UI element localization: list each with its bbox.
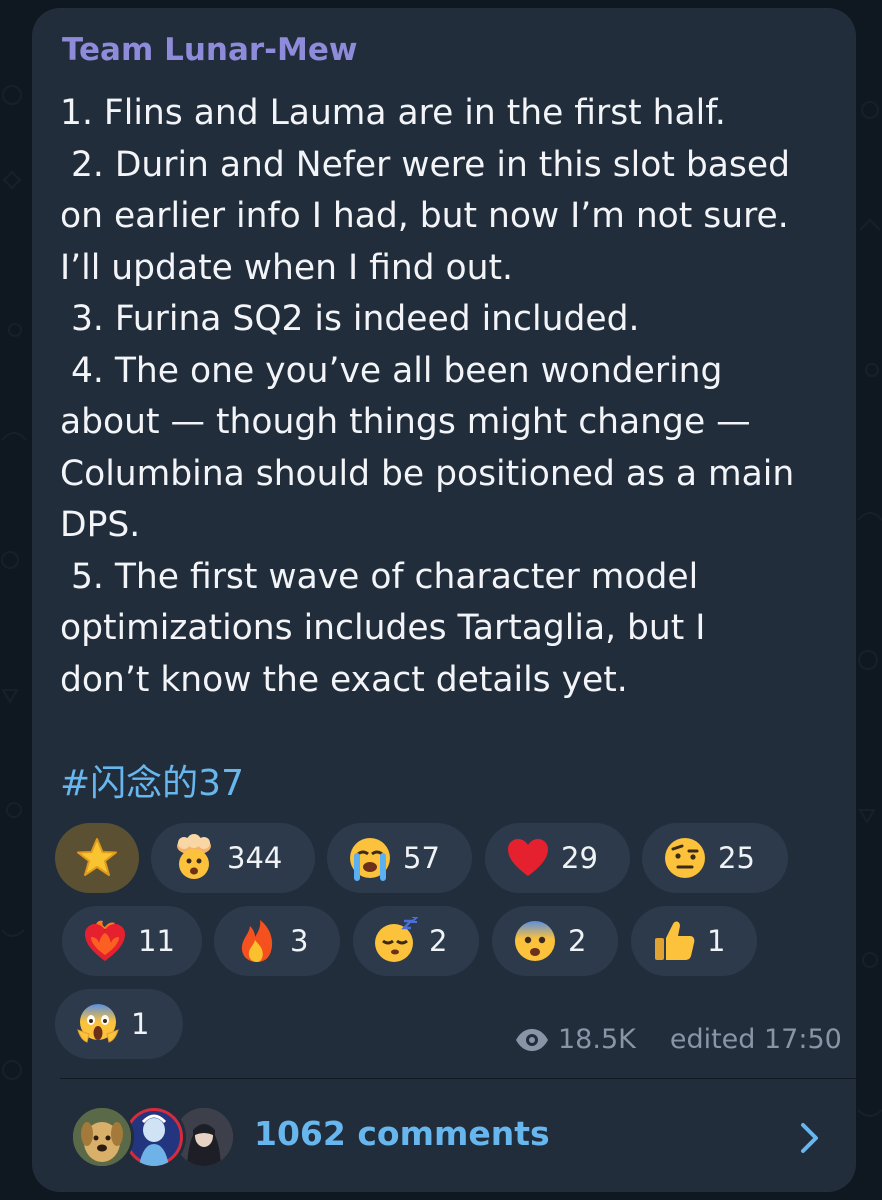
hashtag-link[interactable]: #闪念的37 (60, 754, 244, 806)
reaction-count: 2 (568, 924, 587, 958)
avatar (70, 1105, 134, 1169)
reaction-exploding-head[interactable]: 344 (151, 823, 315, 893)
channel-name[interactable]: Team Lunar-Mew (62, 32, 358, 68)
reaction-sleeping-face[interactable]: 2 (353, 906, 479, 976)
loudly-crying-face-icon (345, 833, 395, 883)
message-line: don’t know the exact details yet. (60, 659, 628, 700)
message-line: 2. Durin and Nefer were in this slot bas… (60, 144, 791, 185)
star-icon (72, 833, 122, 883)
message-line: Columbina should be positioned as a main (60, 453, 795, 494)
message-line: about — though things might change — (60, 402, 751, 442)
reaction-count: 1 (131, 1007, 150, 1041)
reaction-count: 344 (227, 841, 283, 875)
sleeping-face-icon (371, 916, 421, 966)
reaction-raised-eyebrow[interactable]: 25 (642, 823, 788, 893)
message-line: 4. The one you’ve all been wondering (60, 350, 723, 391)
reaction-count: 3 (290, 924, 309, 958)
anxious-face-icon (510, 916, 560, 966)
exploding-head-icon (169, 833, 219, 883)
comments-button[interactable]: 1062 comments (32, 1079, 856, 1192)
message-line: on earlier info I had, but now I’m not s… (60, 196, 789, 236)
heart-on-fire-icon (80, 916, 130, 966)
reaction-fire[interactable]: 3 (214, 906, 340, 976)
reaction-anxious-face[interactable]: 2 (492, 906, 618, 976)
message-line: DPS. (60, 505, 141, 545)
edited-time: edited 17:50 (669, 1024, 842, 1055)
reaction-loudly-crying[interactable]: 57 (327, 823, 472, 893)
reaction-thumbs-up[interactable]: 1 (631, 906, 757, 976)
red-heart-icon (503, 833, 553, 883)
reaction-count: 1 (707, 924, 726, 958)
message-line: optimizations includes Tartaglia, but I (60, 608, 706, 648)
thumbs-up-icon (649, 916, 699, 966)
message-line: 3. Furina SQ2 is indeed included. (60, 299, 640, 339)
reaction-star[interactable] (55, 823, 139, 893)
reaction-red-heart[interactable]: 29 (485, 823, 630, 893)
view-count: 18.5K (558, 1024, 636, 1055)
message-line: 1. Flins and Lauma are in the first half… (60, 93, 726, 133)
eye-icon (514, 1028, 550, 1052)
reaction-count: 11 (138, 924, 175, 958)
reaction-heart-on-fire[interactable]: 11 (62, 906, 202, 976)
message-meta: 18.5K edited 17:50 (514, 1024, 842, 1055)
fire-icon (232, 916, 282, 966)
comments-count: 1062 comments (254, 1114, 550, 1153)
reaction-count: 29 (561, 841, 598, 875)
reaction-count: 2 (429, 924, 448, 958)
message-line: I’ll update when I find out. (60, 247, 514, 288)
chevron-right-icon (801, 1123, 818, 1153)
message-text: 1. Flins and Lauma are in the first half… (60, 88, 850, 706)
message-line: 5. The first wave of character model (60, 556, 699, 597)
screaming-face-icon (73, 999, 123, 1049)
reaction-count: 57 (403, 841, 440, 875)
reaction-screaming-face[interactable]: 1 (55, 989, 183, 1059)
reaction-count: 25 (718, 841, 755, 875)
message-bubble: Team Lunar-Mew 1. Flins and Lauma are in… (32, 8, 856, 1192)
face-with-raised-eyebrow-icon (660, 833, 710, 883)
